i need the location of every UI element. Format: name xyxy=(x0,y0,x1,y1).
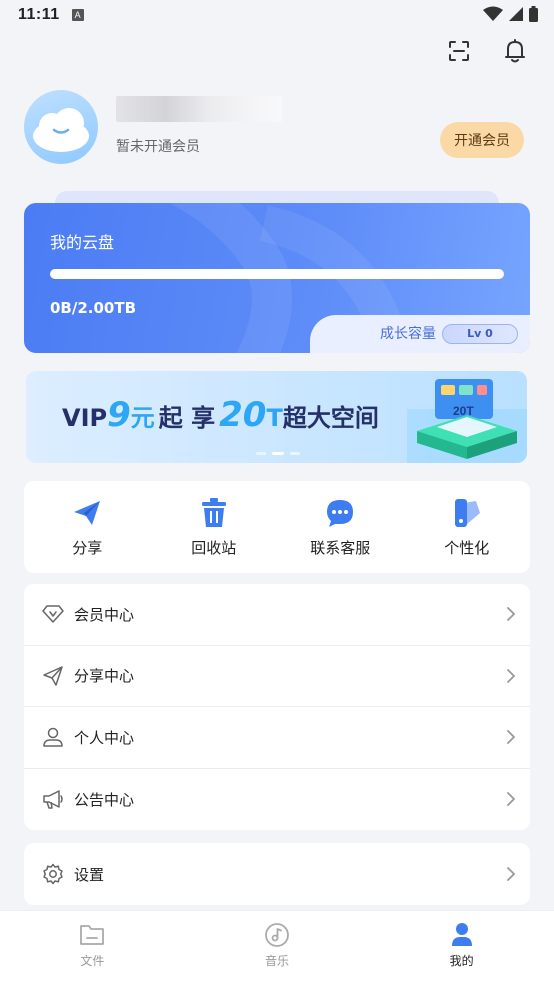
settings-label: 设置 xyxy=(74,865,105,884)
signal-icon xyxy=(509,7,523,21)
tab-label: 我的 xyxy=(449,954,474,968)
quick-personalize[interactable]: 个性化 xyxy=(404,481,531,573)
storage-progress-bar xyxy=(50,269,504,279)
quick-share[interactable]: 分享 xyxy=(24,481,151,573)
growth-label: 成长容量 xyxy=(380,326,436,342)
trash-icon xyxy=(198,497,230,529)
username-blurred xyxy=(116,96,282,122)
person-icon xyxy=(42,726,64,748)
quick-recycle-bin[interactable]: 回收站 xyxy=(151,481,278,573)
cloud-storage-card[interactable]: 我的云盘 0B/2.00TB 成长容量 Lv 0 xyxy=(24,203,530,353)
storage-illustration-icon: 20T xyxy=(407,379,527,463)
banner-part: 起 享 xyxy=(158,404,216,432)
banner-text: VIP 9 元 起 享 20 T 超大空间 xyxy=(62,395,379,439)
status-bar: 11:11 A xyxy=(0,0,554,30)
menu-label: 个人中心 xyxy=(74,728,135,747)
banner-badge: 20T xyxy=(453,404,474,418)
folder-icon xyxy=(78,921,106,949)
quick-share-label: 分享 xyxy=(72,539,103,557)
menu-label: 会员中心 xyxy=(74,605,135,624)
banner-dot[interactable] xyxy=(256,452,266,455)
vip-diamond-icon xyxy=(42,603,64,625)
cloud-title: 我的云盘 xyxy=(50,233,115,252)
chat-icon xyxy=(324,497,356,529)
send-icon xyxy=(71,497,103,529)
menu-label: 公告中心 xyxy=(74,790,135,809)
menu-item-personal-center[interactable]: 个人中心 xyxy=(24,707,530,769)
status-icons xyxy=(483,6,538,22)
banner-dot-active[interactable] xyxy=(272,452,284,455)
menu-item-share-center[interactable]: 分享中心 xyxy=(24,646,530,707)
banner-part: 9 xyxy=(107,395,131,435)
theme-icon xyxy=(451,497,483,529)
tab-label: 音乐 xyxy=(265,954,290,968)
avatar[interactable] xyxy=(24,90,98,164)
profile-section: 暂未开通会员 开通会员 xyxy=(24,90,530,166)
tab-label: 文件 xyxy=(80,954,105,968)
banner-part: VIP xyxy=(62,404,108,432)
chevron-right-icon xyxy=(507,730,516,745)
scan-icon[interactable] xyxy=(444,36,474,66)
settings-item[interactable]: 设置 xyxy=(24,843,530,905)
wifi-icon xyxy=(483,6,503,21)
banner-part: 超大空间 xyxy=(282,404,379,432)
vip-promo-banner[interactable]: VIP 9 元 起 享 20 T 超大空间 20T xyxy=(26,371,527,463)
quick-recycle-label: 回收站 xyxy=(191,539,237,557)
battery-icon xyxy=(529,6,538,22)
quick-personalize-label: 个性化 xyxy=(444,539,490,557)
notification-icon: A xyxy=(71,9,84,21)
tab-mine[interactable]: 我的 xyxy=(369,911,554,984)
send-outline-icon xyxy=(42,665,64,687)
music-icon xyxy=(263,921,291,949)
level-badge[interactable]: Lv 0 xyxy=(442,324,518,344)
menu-list: 会员中心 分享中心 个人中心 公告中心 xyxy=(24,584,530,830)
member-status: 暂未开通会员 xyxy=(116,139,200,155)
chevron-right-icon xyxy=(507,668,516,683)
bottom-tab-bar: 文件 音乐 我的 xyxy=(0,910,554,984)
open-vip-button[interactable]: 开通会员 xyxy=(440,122,524,158)
gear-icon xyxy=(42,863,64,885)
storage-usage: 0B/2.00TB xyxy=(50,299,137,317)
person-filled-icon xyxy=(448,921,476,949)
banner-part: 元 xyxy=(130,404,155,432)
banner-pagination xyxy=(256,452,300,455)
megaphone-icon xyxy=(42,788,64,810)
chevron-right-icon xyxy=(507,792,516,807)
quick-actions: 分享 回收站 联系客服 个性化 xyxy=(24,481,530,573)
banner-part: 20 xyxy=(219,395,267,435)
menu-item-announcement-center[interactable]: 公告中心 xyxy=(24,769,530,831)
top-actions xyxy=(444,36,530,66)
banner-dot[interactable] xyxy=(290,452,300,455)
cloud-avatar-icon xyxy=(33,108,89,152)
menu-item-vip-center[interactable]: 会员中心 xyxy=(24,584,530,646)
chevron-right-icon xyxy=(507,867,516,881)
quick-service-label: 联系客服 xyxy=(310,539,371,557)
banner-part: T xyxy=(266,404,283,432)
quick-customer-service[interactable]: 联系客服 xyxy=(277,481,404,573)
menu-label: 分享中心 xyxy=(74,667,135,686)
chevron-right-icon xyxy=(507,607,516,622)
status-time: 11:11 xyxy=(18,6,60,23)
bell-icon[interactable] xyxy=(500,36,530,66)
tab-files[interactable]: 文件 xyxy=(0,911,185,984)
tab-music[interactable]: 音乐 xyxy=(185,911,370,984)
